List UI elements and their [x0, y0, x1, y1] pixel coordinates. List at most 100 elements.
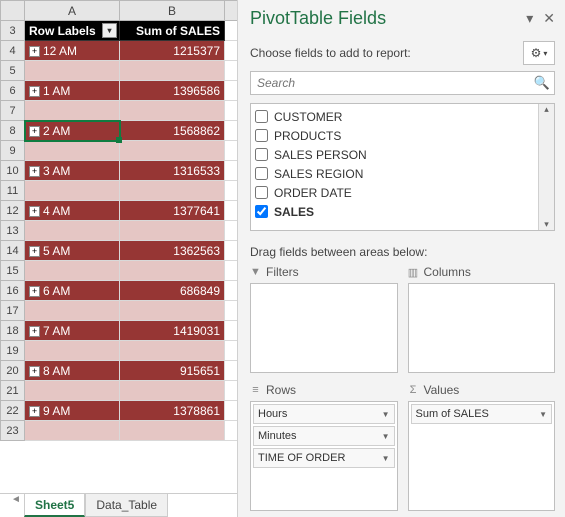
col-header-a[interactable]: A: [25, 1, 120, 21]
row-header[interactable]: 19: [1, 341, 25, 361]
pivot-row-value[interactable]: 915651: [120, 361, 225, 381]
pivot-row-value[interactable]: 1396586: [120, 81, 225, 101]
field-checkbox[interactable]: [255, 205, 268, 218]
drop-columns[interactable]: [408, 283, 556, 373]
area-field-pill[interactable]: Sum of SALES▼: [411, 404, 553, 424]
row-header[interactable]: 15: [1, 261, 25, 281]
drop-filters[interactable]: [250, 283, 398, 373]
scroll-up-icon[interactable]: ▴: [544, 104, 549, 115]
pivot-row-label[interactable]: +12 AM: [25, 41, 120, 61]
grid[interactable]: A B 3Row Labels▾Sum of SALES4+12 AM12153…: [0, 0, 237, 441]
area-field-pill[interactable]: Hours▼: [253, 404, 395, 424]
row-header[interactable]: 3: [1, 21, 25, 41]
row-header[interactable]: 9: [1, 141, 25, 161]
pivot-row-label[interactable]: +3 AM: [25, 161, 120, 181]
scroll-down-icon[interactable]: ▾: [544, 219, 549, 230]
cell[interactable]: [25, 381, 120, 401]
sheet-tab-active[interactable]: Sheet5: [24, 494, 85, 517]
row-header[interactable]: 22: [1, 401, 25, 421]
chevron-down-icon[interactable]: ▼: [539, 410, 547, 419]
pivot-row-value[interactable]: 1215377: [120, 41, 225, 61]
row-header[interactable]: 4: [1, 41, 25, 61]
row-header[interactable]: 13: [1, 221, 25, 241]
expand-icon[interactable]: +: [29, 286, 40, 297]
pivot-row-label[interactable]: +4 AM: [25, 201, 120, 221]
row-header[interactable]: 11: [1, 181, 25, 201]
field-checkbox[interactable]: [255, 110, 268, 123]
cell[interactable]: [25, 421, 120, 441]
row-header[interactable]: 8: [1, 121, 25, 141]
sheet-tab-datatable[interactable]: Data_Table: [85, 494, 168, 517]
cell[interactable]: [25, 221, 120, 241]
cell[interactable]: [25, 341, 120, 361]
row-header[interactable]: 6: [1, 81, 25, 101]
filter-dropdown-icon[interactable]: ▾: [102, 23, 117, 38]
cell[interactable]: [25, 301, 120, 321]
cell[interactable]: [120, 61, 225, 81]
expand-icon[interactable]: +: [29, 326, 40, 337]
field-row[interactable]: SALES REGION: [255, 164, 550, 183]
cell[interactable]: [120, 261, 225, 281]
row-header[interactable]: 14: [1, 241, 25, 261]
drop-rows[interactable]: Hours▼Minutes▼TIME OF ORDER▼: [250, 401, 398, 511]
pivot-row-value[interactable]: 1377641: [120, 201, 225, 221]
cell[interactable]: [120, 421, 225, 441]
field-row[interactable]: CUSTOMER: [255, 107, 550, 126]
select-all-corner[interactable]: [1, 1, 25, 21]
field-row[interactable]: ORDER DATE: [255, 183, 550, 202]
col-header-b[interactable]: B: [120, 1, 225, 21]
row-header[interactable]: 17: [1, 301, 25, 321]
pivot-row-label[interactable]: +6 AM: [25, 281, 120, 301]
expand-icon[interactable]: +: [29, 166, 40, 177]
expand-icon[interactable]: +: [29, 206, 40, 217]
row-header[interactable]: 21: [1, 381, 25, 401]
pivot-row-value[interactable]: 1419031: [120, 321, 225, 341]
expand-icon[interactable]: +: [29, 126, 40, 137]
pivot-row-value[interactable]: 1362563: [120, 241, 225, 261]
cell[interactable]: [120, 381, 225, 401]
fields-search-input[interactable]: [250, 71, 555, 95]
cell[interactable]: [120, 181, 225, 201]
cell[interactable]: [25, 61, 120, 81]
area-field-pill[interactable]: Minutes▼: [253, 426, 395, 446]
expand-icon[interactable]: +: [29, 246, 40, 257]
search-icon[interactable]: 🔍: [534, 75, 550, 91]
chevron-down-icon[interactable]: ▼: [382, 454, 390, 463]
pivot-row-value[interactable]: 1378861: [120, 401, 225, 421]
cell[interactable]: [120, 301, 225, 321]
cell[interactable]: [25, 101, 120, 121]
pivot-row-value[interactable]: 1568862: [120, 121, 225, 141]
row-header[interactable]: 20: [1, 361, 25, 381]
expand-icon[interactable]: +: [29, 86, 40, 97]
expand-icon[interactable]: +: [29, 46, 40, 57]
pivot-row-value[interactable]: 1316533: [120, 161, 225, 181]
chevron-down-icon[interactable]: ▼: [382, 432, 390, 441]
fields-settings-button[interactable]: ⚙▾: [523, 41, 555, 65]
row-header[interactable]: 16: [1, 281, 25, 301]
row-header[interactable]: 5: [1, 61, 25, 81]
cell[interactable]: [120, 221, 225, 241]
pivot-row-label[interactable]: +9 AM: [25, 401, 120, 421]
pivot-row-label[interactable]: +8 AM: [25, 361, 120, 381]
pivot-row-value[interactable]: 686849: [120, 281, 225, 301]
field-checkbox[interactable]: [255, 186, 268, 199]
pivot-row-label[interactable]: +2 AM: [25, 121, 120, 141]
field-row[interactable]: PRODUCTS: [255, 126, 550, 145]
pane-options-icon[interactable]: ▾: [526, 10, 533, 27]
row-header[interactable]: 10: [1, 161, 25, 181]
row-header[interactable]: 7: [1, 101, 25, 121]
cell[interactable]: [120, 101, 225, 121]
drop-values[interactable]: Sum of SALES▼: [408, 401, 556, 511]
row-header[interactable]: 12: [1, 201, 25, 221]
expand-icon[interactable]: +: [29, 366, 40, 377]
row-header[interactable]: 18: [1, 321, 25, 341]
field-checkbox[interactable]: [255, 129, 268, 142]
field-checkbox[interactable]: [255, 148, 268, 161]
expand-icon[interactable]: +: [29, 406, 40, 417]
selection-handle[interactable]: [116, 137, 122, 143]
pivot-row-label[interactable]: +7 AM: [25, 321, 120, 341]
chevron-down-icon[interactable]: ▼: [382, 410, 390, 419]
tab-nav-left-icon[interactable]: ◄: [4, 494, 28, 505]
row-header[interactable]: 23: [1, 421, 25, 441]
pivot-row-label[interactable]: +1 AM: [25, 81, 120, 101]
